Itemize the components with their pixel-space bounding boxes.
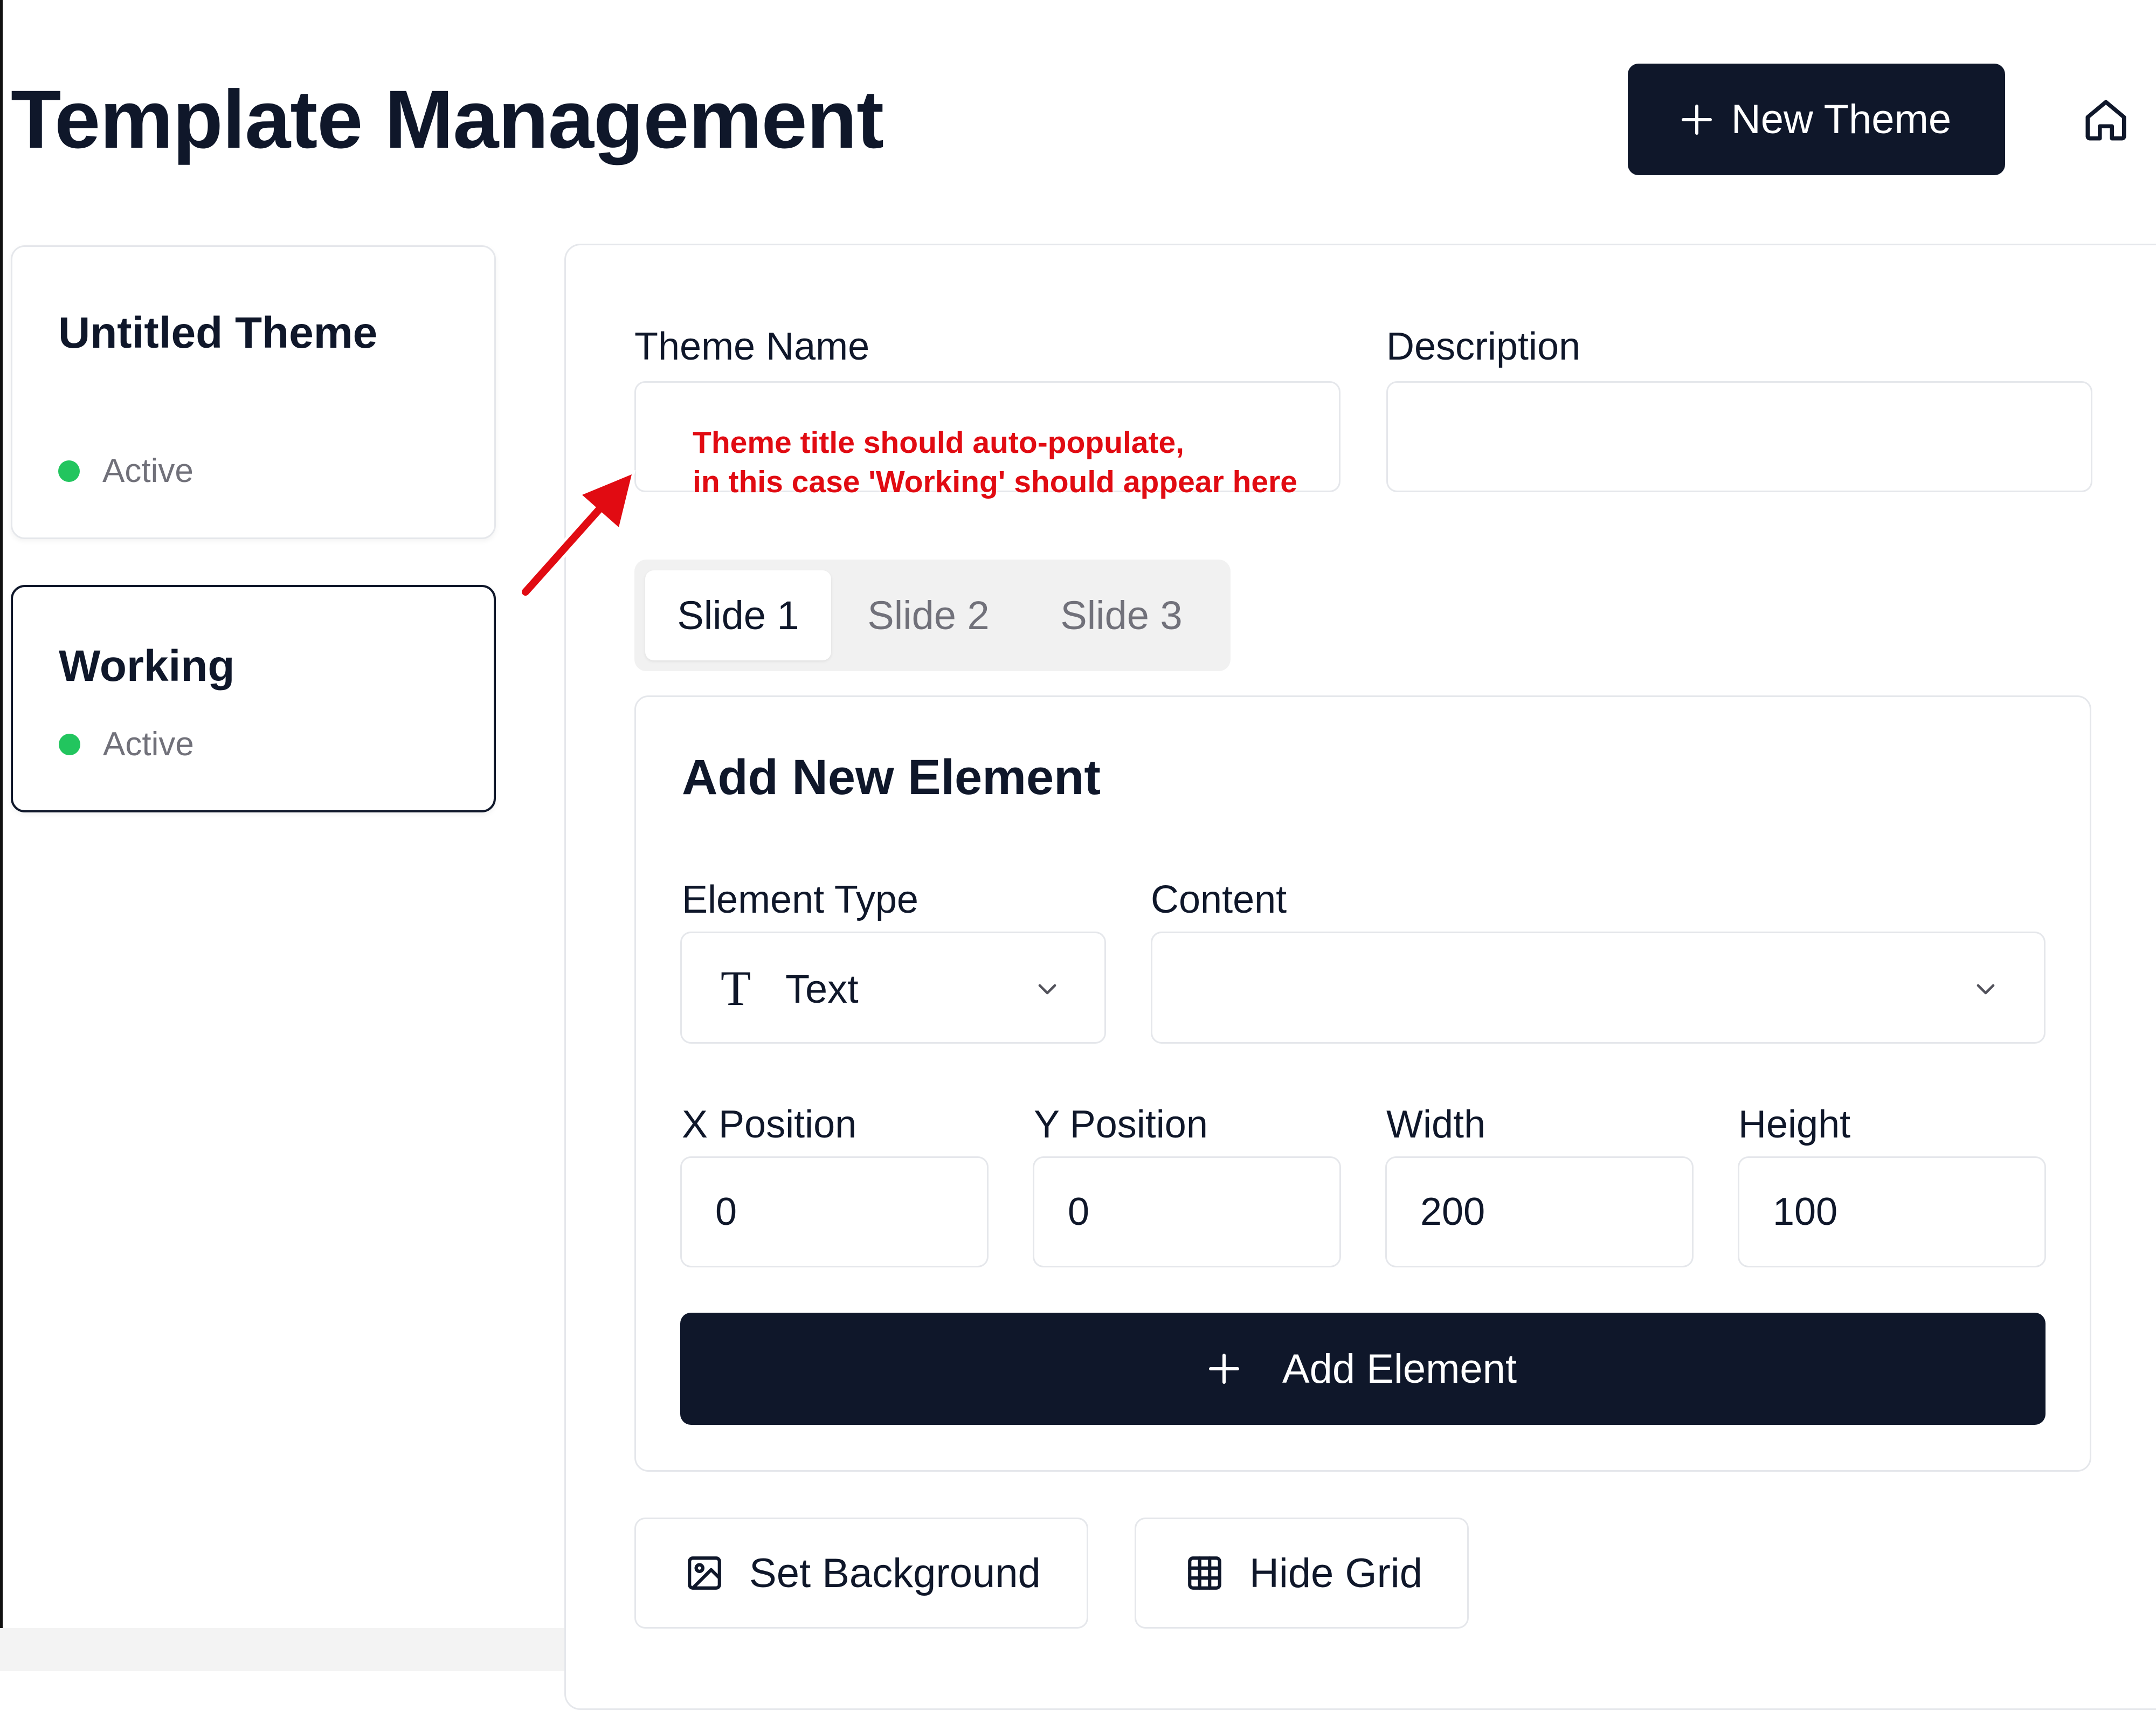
- content-label: Content: [1151, 878, 1287, 921]
- image-icon: [688, 1556, 721, 1590]
- tab-slide-2[interactable]: Slide 2: [833, 570, 1024, 660]
- home-icon[interactable]: [2082, 96, 2130, 144]
- set-background-label: Set Background: [749, 1550, 1041, 1596]
- theme-status: Active: [59, 725, 194, 763]
- element-type-select[interactable]: T Text: [680, 932, 1106, 1044]
- chevron-down-icon: [1038, 984, 1056, 995]
- annotation-arrow: [519, 470, 636, 598]
- window-edge: [0, 0, 3, 1671]
- active-status-dot: [58, 460, 80, 482]
- active-status-dot: [59, 733, 80, 755]
- width-input[interactable]: [1385, 1156, 1694, 1267]
- add-element-title: Add New Element: [682, 750, 1101, 805]
- tab-slide-1[interactable]: Slide 1: [645, 570, 831, 660]
- height-label: Height: [1738, 1103, 1851, 1146]
- new-theme-button[interactable]: New Theme: [1628, 64, 2005, 175]
- theme-name-label: Theme Name: [634, 325, 870, 368]
- y-position-label: Y Position: [1034, 1103, 1208, 1146]
- width-label: Width: [1386, 1103, 1486, 1146]
- add-element-label: Add Element: [1282, 1346, 1517, 1392]
- theme-status-label: Active: [103, 726, 194, 763]
- plus-icon: [1681, 104, 1712, 135]
- annotation-line-1: Theme title should auto-populate,: [693, 425, 1184, 460]
- theme-card-name: Untitled Theme: [58, 308, 378, 357]
- x-position-input[interactable]: [680, 1156, 989, 1267]
- description-label: Description: [1386, 325, 1581, 368]
- text-type-icon: T: [721, 961, 751, 1016]
- theme-card-untitled[interactable]: Untitled Theme Active: [11, 245, 496, 539]
- description-input[interactable]: [1386, 381, 2092, 492]
- theme-card-working[interactable]: Working Active: [11, 585, 496, 812]
- chevron-down-icon: [1977, 984, 1995, 995]
- y-position-input[interactable]: [1033, 1156, 1341, 1267]
- content-select[interactable]: [1151, 932, 2046, 1044]
- height-input[interactable]: [1738, 1156, 2046, 1267]
- theme-status-label: Active: [102, 452, 194, 489]
- element-type-label: Element Type: [682, 878, 918, 921]
- grid-icon: [1188, 1556, 1221, 1590]
- annotation-line-2: in this case 'Working' should appear her…: [693, 465, 1297, 499]
- hide-grid-button[interactable]: Hide Grid: [1135, 1518, 1469, 1629]
- theme-status: Active: [58, 452, 194, 490]
- x-position-label: X Position: [682, 1103, 857, 1146]
- element-type-value: Text: [785, 967, 859, 1011]
- add-element-button[interactable]: Add Element: [680, 1313, 2046, 1425]
- set-background-button[interactable]: Set Background: [634, 1518, 1088, 1629]
- hide-grid-label: Hide Grid: [1249, 1550, 1422, 1596]
- tab-slide-3[interactable]: Slide 3: [1026, 570, 1217, 660]
- new-theme-label: New Theme: [1731, 96, 1952, 142]
- plus-icon: [1208, 1354, 1239, 1384]
- page-title: Template Management: [11, 73, 884, 166]
- theme-card-name: Working: [59, 642, 235, 691]
- annotation-note: Theme title should auto-populate, in thi…: [693, 423, 1297, 502]
